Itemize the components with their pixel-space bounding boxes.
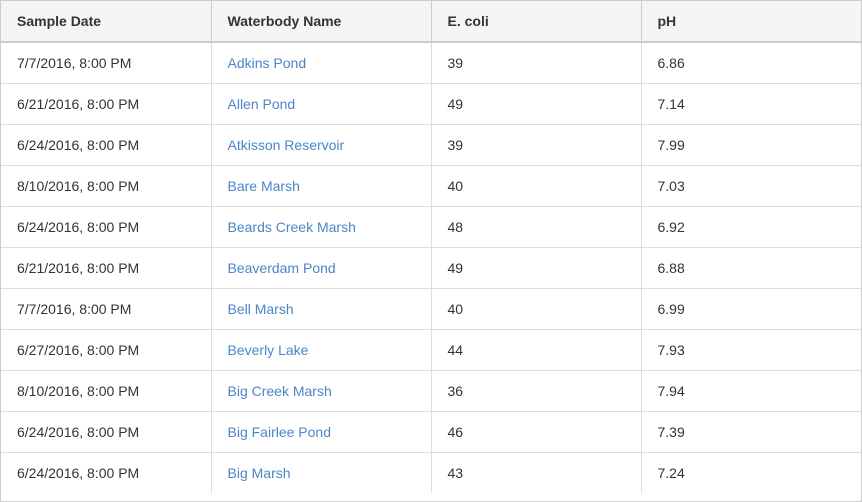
- cell-waterbody[interactable]: Bare Marsh: [211, 166, 431, 207]
- cell-ph: 7.24: [641, 453, 862, 494]
- cell-ecoli: 36: [431, 371, 641, 412]
- cell-ph: 7.99: [641, 125, 862, 166]
- table-row: 6/21/2016, 8:00 PM Allen Pond 497.14: [1, 84, 862, 125]
- cell-ecoli: 46: [431, 412, 641, 453]
- cell-ecoli: 39: [431, 125, 641, 166]
- cell-waterbody[interactable]: Big Fairlee Pond: [211, 412, 431, 453]
- cell-ph: 7.93: [641, 330, 862, 371]
- waterbody-link[interactable]: Allen Pond: [228, 96, 296, 112]
- table-row: 7/7/2016, 8:00 PM Bell Marsh 406.99: [1, 289, 862, 330]
- cell-ecoli: 40: [431, 166, 641, 207]
- cell-ph: 7.39: [641, 412, 862, 453]
- table-row: 7/7/2016, 8:00 PM Adkins Pond 396.86: [1, 42, 862, 84]
- cell-waterbody[interactable]: Big Creek Marsh: [211, 371, 431, 412]
- waterbody-link[interactable]: Big Creek Marsh: [228, 383, 332, 399]
- cell-waterbody[interactable]: Beaverdam Pond: [211, 248, 431, 289]
- waterbody-link[interactable]: Bell Marsh: [228, 301, 294, 317]
- cell-ph: 6.86: [641, 42, 862, 84]
- cell-date: 6/24/2016, 8:00 PM: [1, 207, 211, 248]
- cell-waterbody[interactable]: Adkins Pond: [211, 42, 431, 84]
- waterbody-link[interactable]: Big Fairlee Pond: [228, 424, 332, 440]
- table-row: 6/24/2016, 8:00 PM Beards Creek Marsh 486.…: [1, 207, 862, 248]
- waterbody-link[interactable]: Beverly Lake: [228, 342, 309, 358]
- cell-ecoli: 40: [431, 289, 641, 330]
- waterbody-link[interactable]: Atkisson Reservoir: [228, 137, 345, 153]
- cell-ph: 6.92: [641, 207, 862, 248]
- column-header-date: Sample Date: [1, 1, 211, 42]
- cell-ecoli: 49: [431, 84, 641, 125]
- cell-ecoli: 44: [431, 330, 641, 371]
- cell-waterbody[interactable]: Beverly Lake: [211, 330, 431, 371]
- cell-ph: 7.03: [641, 166, 862, 207]
- table-row: 6/21/2016, 8:00 PM Beaverdam Pond 496.88: [1, 248, 862, 289]
- cell-ph: 7.94: [641, 371, 862, 412]
- cell-ecoli: 49: [431, 248, 641, 289]
- cell-date: 6/24/2016, 8:00 PM: [1, 125, 211, 166]
- data-table-container[interactable]: Sample Date Waterbody Name E. coli pH 7/…: [0, 0, 862, 502]
- cell-waterbody[interactable]: Big Marsh: [211, 453, 431, 494]
- table-header-row: Sample Date Waterbody Name E. coli pH: [1, 1, 862, 42]
- waterbody-link[interactable]: Adkins Pond: [228, 55, 307, 71]
- cell-date: 6/24/2016, 8:00 PM: [1, 412, 211, 453]
- cell-date: 6/21/2016, 8:00 PM: [1, 248, 211, 289]
- table-row: 8/10/2016, 8:00 PM Big Creek Marsh 367.94: [1, 371, 862, 412]
- table-row: 6/24/2016, 8:00 PM Big Fairlee Pond 467.39: [1, 412, 862, 453]
- waterbody-link[interactable]: Beards Creek Marsh: [228, 219, 356, 235]
- cell-date: 8/10/2016, 8:00 PM: [1, 371, 211, 412]
- column-header-ecoli: E. coli: [431, 1, 641, 42]
- table-row: 6/24/2016, 8:00 PM Big Marsh 437.24: [1, 453, 862, 494]
- cell-waterbody[interactable]: Allen Pond: [211, 84, 431, 125]
- cell-date: 7/7/2016, 8:00 PM: [1, 289, 211, 330]
- cell-date: 7/7/2016, 8:00 PM: [1, 42, 211, 84]
- cell-ecoli: 43: [431, 453, 641, 494]
- data-table: Sample Date Waterbody Name E. coli pH 7/…: [1, 1, 862, 493]
- waterbody-link[interactable]: Beaverdam Pond: [228, 260, 336, 276]
- cell-waterbody[interactable]: Bell Marsh: [211, 289, 431, 330]
- cell-ph: 6.99: [641, 289, 862, 330]
- cell-ecoli: 39: [431, 42, 641, 84]
- table-row: 6/24/2016, 8:00 PM Atkisson Reservoir 397.…: [1, 125, 862, 166]
- column-header-waterbody: Waterbody Name: [211, 1, 431, 42]
- cell-date: 8/10/2016, 8:00 PM: [1, 166, 211, 207]
- cell-waterbody[interactable]: Atkisson Reservoir: [211, 125, 431, 166]
- column-header-ph: pH: [641, 1, 862, 42]
- cell-ecoli: 48: [431, 207, 641, 248]
- cell-ph: 7.14: [641, 84, 862, 125]
- cell-waterbody[interactable]: Beards Creek Marsh: [211, 207, 431, 248]
- waterbody-link[interactable]: Bare Marsh: [228, 178, 300, 194]
- table-row: 6/27/2016, 8:00 PM Beverly Lake 447.93: [1, 330, 862, 371]
- cell-date: 6/27/2016, 8:00 PM: [1, 330, 211, 371]
- cell-date: 6/24/2016, 8:00 PM: [1, 453, 211, 494]
- waterbody-link[interactable]: Big Marsh: [228, 465, 291, 481]
- cell-date: 6/21/2016, 8:00 PM: [1, 84, 211, 125]
- cell-ph: 6.88: [641, 248, 862, 289]
- table-row: 8/10/2016, 8:00 PM Bare Marsh 407.03: [1, 166, 862, 207]
